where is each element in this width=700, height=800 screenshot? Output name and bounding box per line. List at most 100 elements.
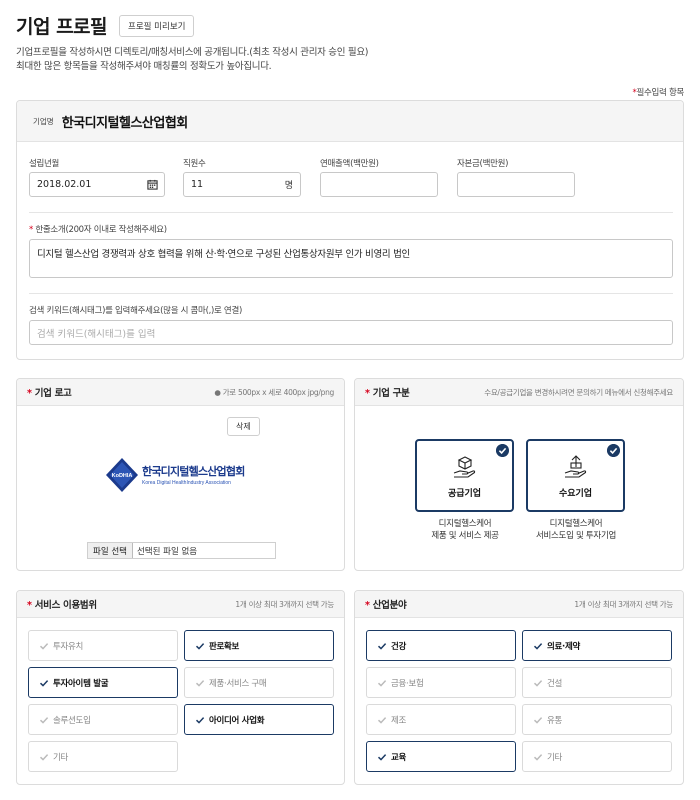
page-header: 기업 프로필 프로필 미리보기	[16, 12, 195, 39]
logo-card-header: * 기업 로고 ● 가로 500px x 세로 400px jpg/png	[17, 379, 344, 406]
checkmark-icon	[195, 642, 205, 650]
option-label: 기타	[547, 752, 563, 763]
checkmark-icon	[39, 753, 49, 761]
logo-delete-button[interactable]: 삭제	[227, 417, 260, 436]
option-label: 아이디어 사업화	[209, 715, 265, 726]
checkmark-icon	[195, 679, 205, 687]
check-circle-icon	[496, 444, 509, 457]
option-industry-3[interactable]: 건설	[522, 667, 672, 698]
checkmark-icon	[533, 753, 543, 761]
type-option-demand[interactable]: 수요기업	[526, 439, 625, 512]
checkmark-icon	[533, 679, 543, 687]
industry-hint: 1개 이상 최대 3개까지 선택 가능	[574, 599, 673, 609]
founded-date-input[interactable]: 2018.02.01	[29, 172, 165, 197]
file-select-button[interactable]: 파일 선택	[88, 543, 133, 558]
required-note-text: 필수입력 항목	[636, 88, 684, 98]
company-type-header: * 기업 구분 수요/공급기업을 변경하시려면 문의하기 메뉴에서 신청해주세요	[355, 379, 683, 406]
type-option-supply-desc: 디지털헬스케어 제품 및 서비스 제공	[410, 518, 520, 542]
checkmark-icon	[533, 642, 543, 650]
required-star: *	[365, 600, 370, 611]
option-industry-6[interactable]: 교육	[366, 741, 516, 772]
company-type-hint: 수요/공급기업을 변경하시려면 문의하기 메뉴에서 신청해주세요	[484, 387, 673, 397]
option-service-3[interactable]: 제품·서비스 구매	[184, 667, 334, 698]
checkmark-icon	[377, 716, 387, 724]
intro-label-text: 한줄소개(200자 이내로 작성해주세요)	[35, 225, 167, 235]
option-label: 제품·서비스 구매	[209, 678, 267, 689]
company-logo-image: KoDHIA 한국디지털헬스산업협회 Korea Digital HealthI…	[106, 458, 245, 492]
checkmark-icon	[195, 716, 205, 724]
checkmark-icon	[39, 679, 49, 687]
checkmark-icon	[377, 753, 387, 761]
option-industry-7[interactable]: 기타	[522, 741, 672, 772]
industry-title: * 산업분야	[365, 597, 407, 611]
company-type-title-text: 기업 구분	[372, 388, 410, 399]
logo-name-text: 한국디지털헬스산업협회	[142, 464, 245, 478]
type-desc-line: 디지털헬스케어	[438, 519, 492, 529]
service-scope-header: * 서비스 이용범위 1개 이상 최대 3개까지 선택 가능	[17, 591, 344, 618]
service-scope-title-text: 서비스 이용범위	[34, 600, 97, 611]
keywords-input[interactable]: 검색 키워드(해시태그)를 입력	[29, 320, 673, 345]
company-name: 한국디지털헬스산업협회	[61, 115, 189, 131]
required-star: *	[27, 388, 32, 399]
sales-input[interactable]	[320, 172, 438, 197]
founded-label: 설립년월	[29, 159, 60, 169]
option-label: 교육	[391, 752, 407, 763]
option-label: 기타	[53, 752, 69, 763]
logo-size-hint-text: 가로 500px x 세로 400px jpg/png	[222, 387, 335, 397]
keywords-label: 검색 키워드(해시태그)를 입력해주세요(많을 시 콤마(,)로 연결)	[29, 306, 242, 316]
logo-name-en-text: Korea Digital HealthIndustry Association	[142, 480, 231, 486]
option-service-4[interactable]: 솔루션도입	[28, 704, 178, 735]
profile-preview-button[interactable]: 프로필 미리보기	[119, 14, 195, 37]
profile-card: 기업명 한국디지털헬스산업협회 설립년월 2018.02.01 직원수 11 명…	[16, 100, 684, 360]
capital-input[interactable]	[457, 172, 575, 197]
calendar-icon[interactable]	[147, 179, 158, 190]
company-name-row: 기업명 한국디지털헬스산업협회	[17, 101, 683, 142]
required-star: *	[29, 225, 33, 235]
option-label: 솔루션도입	[53, 715, 91, 726]
option-service-5[interactable]: 아이디어 사업화	[184, 704, 334, 735]
option-service-6[interactable]: 기타	[28, 741, 178, 772]
employees-value: 11	[191, 179, 204, 190]
option-industry-4[interactable]: 제조	[366, 704, 516, 735]
logo-mark-text: KoDHIA	[112, 473, 133, 479]
service-scope-title: * 서비스 이용범위	[27, 597, 97, 611]
industry-header: * 산업분야 1개 이상 최대 3개까지 선택 가능	[355, 591, 683, 618]
page-title: 기업 프로필	[16, 16, 108, 38]
checkmark-icon	[39, 642, 49, 650]
type-option-supply-label: 공급기업	[447, 489, 482, 499]
company-name-label: 기업명	[33, 116, 54, 126]
service-scope-hint: 1개 이상 최대 3개까지 선택 가능	[235, 599, 334, 609]
logo-file-picker[interactable]: 파일 선택 선택된 파일 없음	[87, 542, 276, 559]
option-label: 판로확보	[209, 641, 240, 652]
checkmark-icon	[377, 642, 387, 650]
employees-input[interactable]: 11 명	[183, 172, 301, 197]
option-label: 의료·제약	[547, 641, 581, 652]
description-line-2: 최대한 많은 항목들을 작성해주셔야 매칭률의 정확도가 높아집니다.	[16, 61, 272, 72]
type-option-demand-desc: 디지털헬스케어 서비스도입 및 투자기업	[521, 518, 631, 542]
option-industry-2[interactable]: 금융·보험	[366, 667, 516, 698]
required-star: *	[27, 600, 32, 611]
option-label: 투자유치	[53, 641, 84, 652]
service-scope-card: * 서비스 이용범위 1개 이상 최대 3개까지 선택 가능 투자유치 판로확보투…	[16, 590, 345, 785]
checkmark-icon	[377, 679, 387, 687]
supply-box-hand-icon	[453, 456, 475, 478]
logo-card-title: * 기업 로고	[27, 385, 72, 399]
type-desc-line: 제품 및 서비스 제공	[431, 531, 499, 541]
sales-label: 연매출액(백만원)	[320, 159, 379, 169]
required-note: *필수입력 항목	[633, 86, 685, 98]
company-type-title: * 기업 구분	[365, 385, 410, 399]
option-label: 제조	[391, 715, 407, 726]
intro-label: * 한줄소개(200자 이내로 작성해주세요)	[29, 223, 167, 235]
file-status: 선택된 파일 없음	[136, 546, 198, 557]
employees-label: 직원수	[183, 159, 206, 169]
option-service-1[interactable]: 판로확보	[184, 630, 334, 661]
industry-title-text: 산업분야	[372, 600, 407, 611]
option-service-2[interactable]: 투자아이템 발굴	[28, 667, 178, 698]
check-circle-icon	[607, 444, 620, 457]
type-option-supply[interactable]: 공급기업	[415, 439, 514, 512]
option-industry-1[interactable]: 의료·제약	[522, 630, 672, 661]
option-industry-0[interactable]: 건강	[366, 630, 516, 661]
intro-textarea[interactable]: 디지털 헬스산업 경쟁력과 상호 협력을 위해 산·학·연으로 구성된 산업통상…	[29, 239, 673, 278]
option-service-0[interactable]: 투자유치	[28, 630, 178, 661]
option-industry-5[interactable]: 유통	[522, 704, 672, 735]
